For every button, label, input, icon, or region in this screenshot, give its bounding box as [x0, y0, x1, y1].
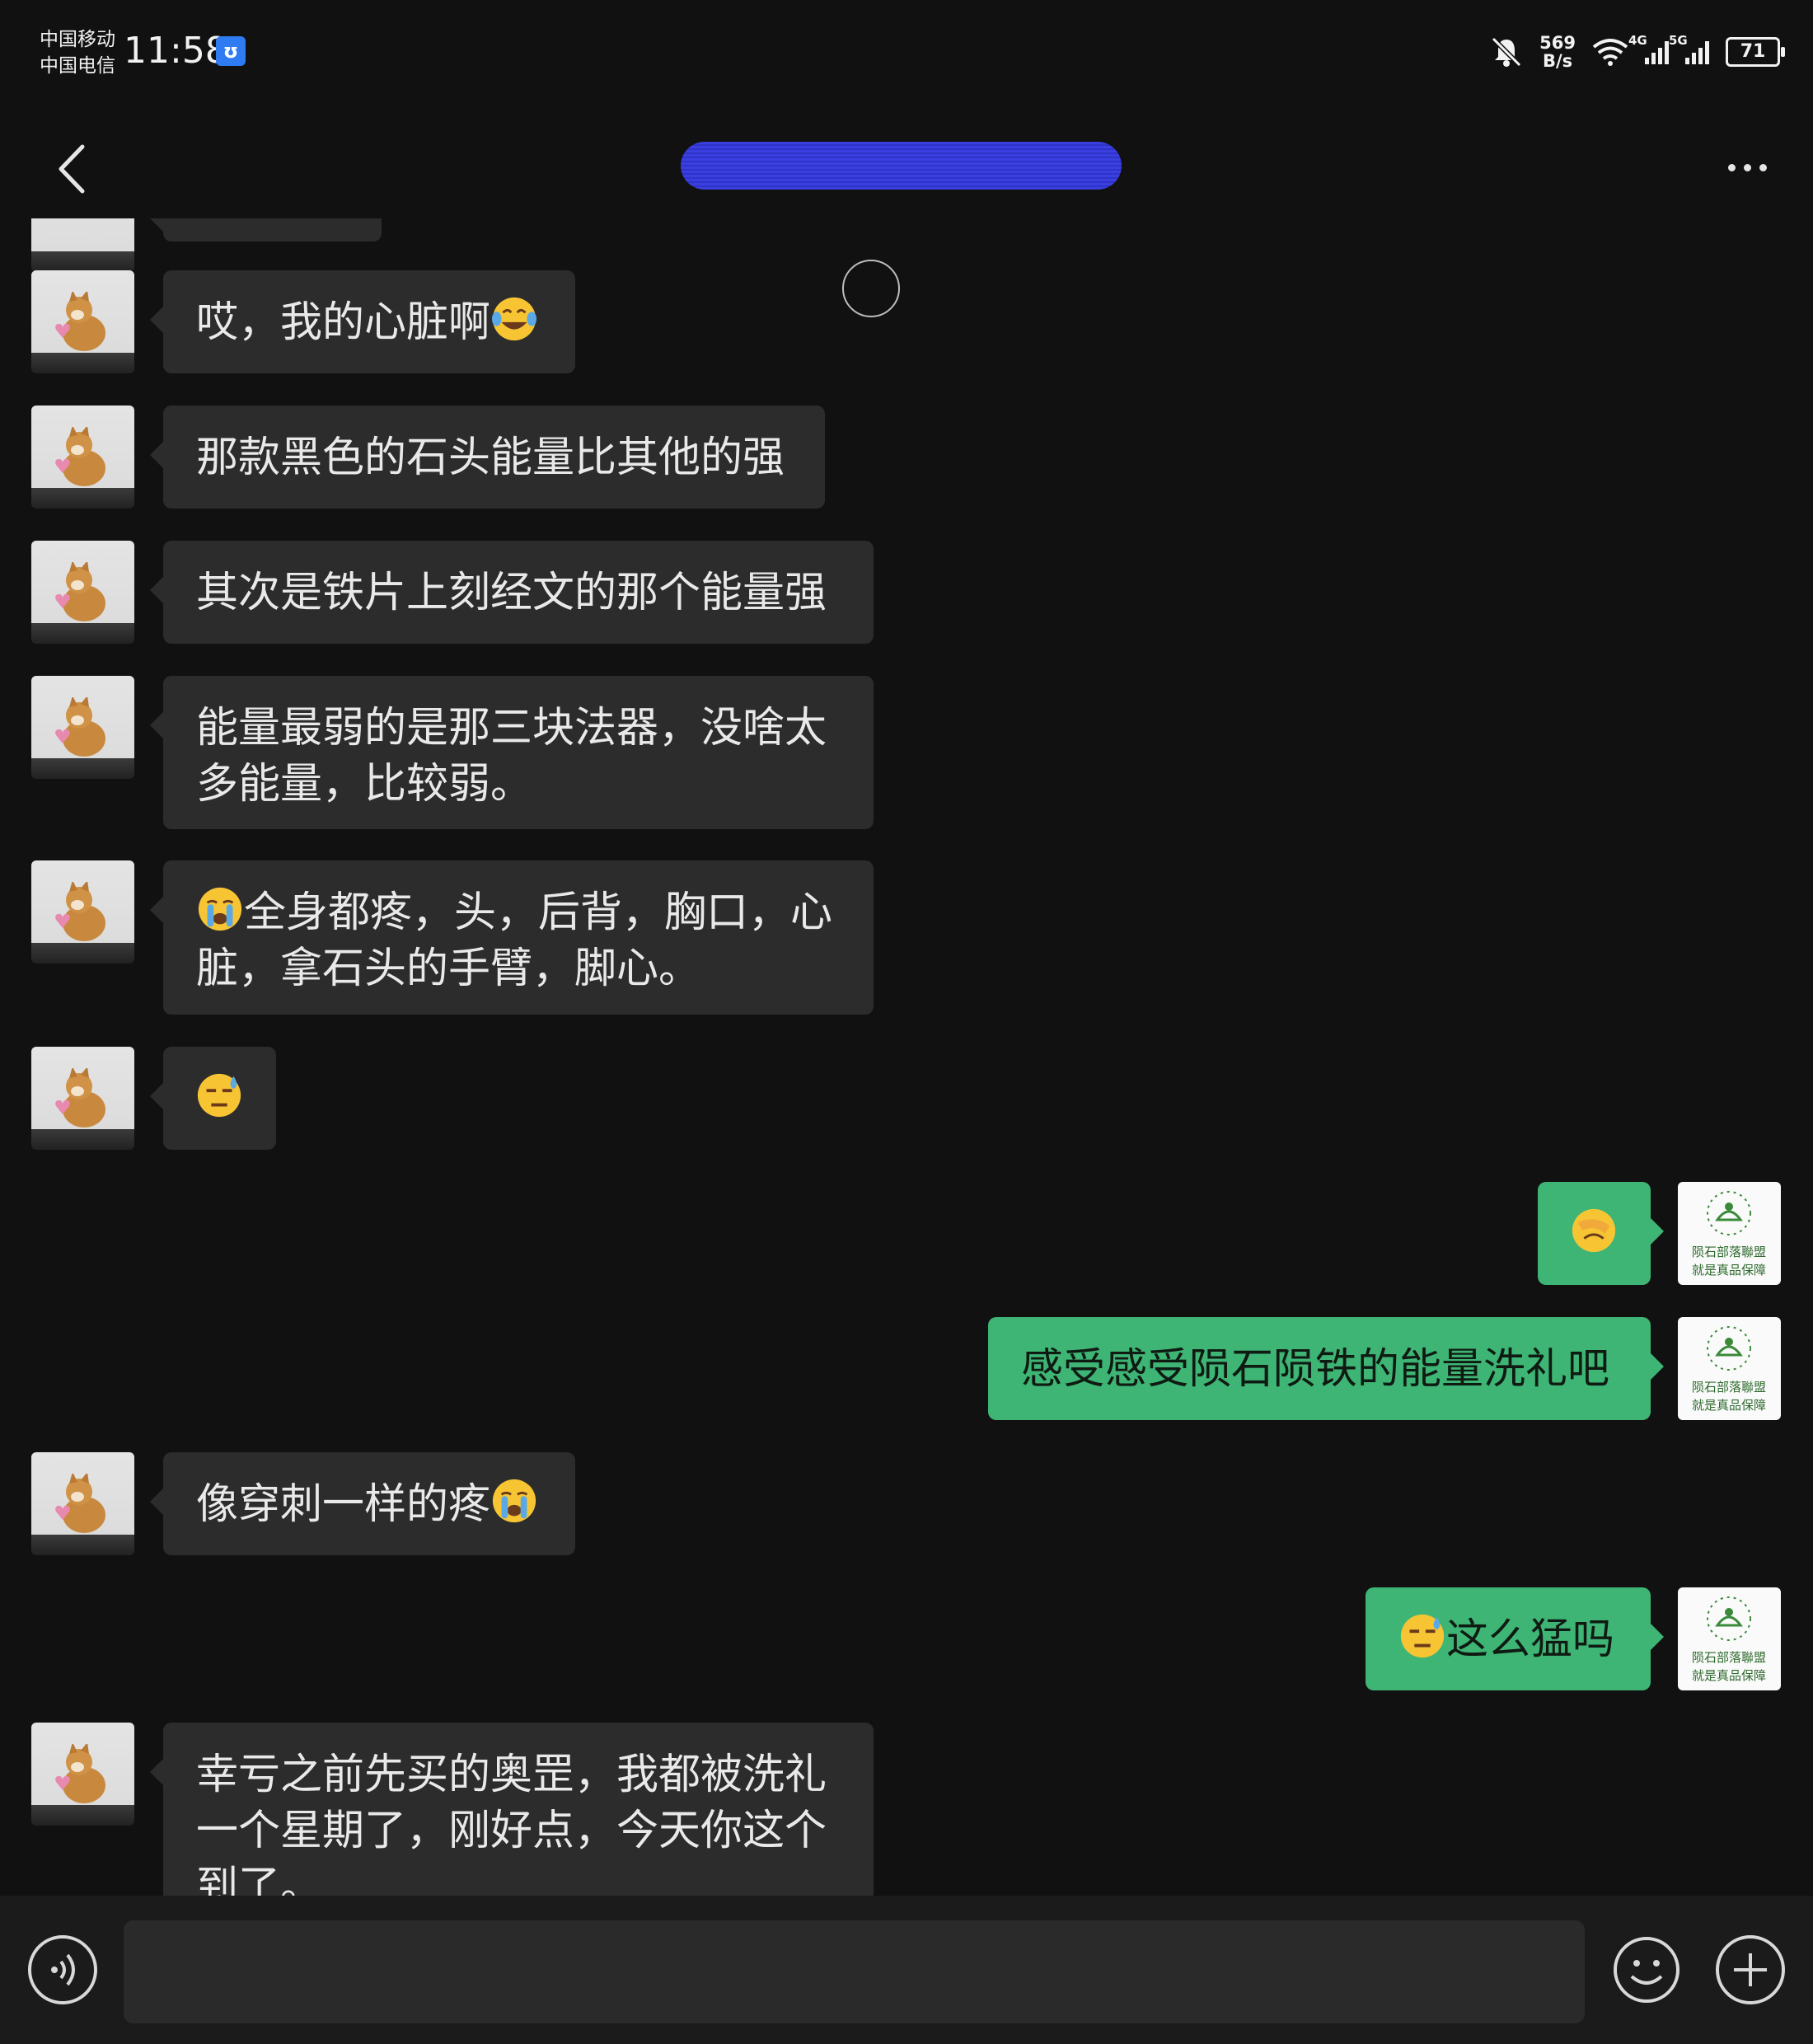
voice-button[interactable]	[28, 1935, 97, 2004]
emoji-icon	[1614, 1937, 1679, 2003]
contact-avatar[interactable]	[31, 860, 134, 963]
sweat-emoji-icon	[1400, 1614, 1445, 1658]
chat-header	[0, 124, 1813, 214]
laugh-cry-emoji-icon	[491, 297, 537, 341]
svg-text:就是真品保障: 就是真品保障	[1692, 1398, 1766, 1413]
message-text: 感受感受陨石陨铁的能量洗礼吧	[1021, 1345, 1610, 1394]
battery-icon: 71	[1726, 37, 1785, 67]
shiba-dog-image	[55, 1474, 105, 1533]
signal-icon: 5G	[1669, 33, 1709, 64]
my-avatar[interactable]: 陨石部落聯盟 就是真品保障	[1678, 1587, 1781, 1690]
status-bar: 中国移动 中国电信 11:58 ʊ 569 B/s 4G 5G 71	[0, 0, 1813, 99]
crying-emoji-icon	[492, 1479, 536, 1523]
message-bubble[interactable]: 能量最弱的是那三块法器，没啥太 多能量，比较弱。	[150, 676, 874, 829]
more-dots-icon	[1727, 163, 1736, 171]
message-text: 其次是铁片上刻经文的那个能量强	[196, 569, 827, 617]
my-avatar[interactable]: 陨石部落聯盟 就是真品保障	[1678, 1317, 1781, 1420]
net-speed-value: 569	[1539, 33, 1576, 53]
svg-text:陨石部落聯盟: 陨石部落聯盟	[1692, 1245, 1766, 1259]
contact-avatar[interactable]	[31, 676, 134, 779]
message-text: 那款黑色的石头能量比其他的强	[196, 434, 785, 482]
message-bubble[interactable]: 这么猛吗	[1366, 1587, 1664, 1690]
facepalm-emoji-icon	[1572, 1208, 1616, 1253]
svg-text:就是真品保障: 就是真品保障	[1692, 1263, 1766, 1278]
shiba-dog-image	[55, 427, 105, 486]
emoji-button[interactable]	[1612, 1935, 1681, 2004]
carrier-2: 中国电信	[40, 55, 115, 77]
stone-tribe-logo: 陨石部落聯盟就是真品保障	[1692, 1596, 1766, 1683]
contact-avatar[interactable]	[31, 1452, 134, 1555]
message-bubble[interactable]: 全身都疼，头，后背，胸口，心 脏，拿石头的手臂，脚心。	[150, 860, 874, 1015]
contact-avatar[interactable]	[31, 541, 134, 644]
clock: 11:58	[124, 30, 228, 72]
message-bubble[interactable]: 那款黑色的石头能量比其他的强	[150, 406, 825, 509]
message-bubble[interactable]	[150, 1047, 276, 1150]
message-input[interactable]	[124, 1920, 1585, 2023]
message-bubble[interactable]: 哎，我的心脏啊	[150, 270, 575, 373]
shiba-dog-image	[55, 1744, 105, 1803]
message-bubble[interactable]: 其次是铁片上刻经文的那个能量强	[150, 541, 874, 644]
svg-text:陨石部落聯盟: 陨石部落聯盟	[1692, 1650, 1766, 1665]
chat-title-redacted	[681, 142, 1122, 190]
shiba-dog-image	[55, 1068, 105, 1127]
message-text: 能量最弱的是那三块法器，没啥太 多能量，比较弱。	[196, 704, 827, 809]
message-bubble[interactable]: 幸亏之前先买的奥罡，我都被洗礼 一个星期了，刚好点，今天你这个 到了。	[150, 1723, 874, 1896]
message-text: 这么猛吗	[1446, 1615, 1615, 1664]
message-bubble[interactable]: 像穿刺一样的疼	[150, 1452, 575, 1555]
voice-icon	[51, 1953, 75, 1986]
back-arrow-icon	[59, 144, 85, 194]
plus-button[interactable]	[1716, 1935, 1785, 2004]
contact-avatar[interactable]	[31, 406, 134, 509]
signal-icon: 4G	[1628, 33, 1669, 64]
sweat-emoji-icon	[197, 1073, 241, 1118]
net-tag-1: 4G	[1628, 33, 1647, 48]
contact-avatar[interactable]	[31, 218, 134, 272]
contact-avatar[interactable]	[31, 270, 134, 373]
app-notification-icon: ʊ	[216, 36, 246, 66]
message-text: 幸亏之前先买的奥罡，我都被洗礼 一个星期了，刚好点，今天你这个 到了。	[196, 1751, 827, 1896]
svg-text:陨石部落聯盟: 陨石部落聯盟	[1692, 1380, 1766, 1395]
message-text: 全身都疼，头，后背，胸口，心 脏，拿石头的手臂，脚心。	[196, 888, 833, 993]
contact-avatar[interactable]	[31, 1047, 134, 1150]
shiba-dog-image	[55, 882, 105, 941]
message-bubble[interactable]: 感受感受陨石陨铁的能量洗礼吧	[988, 1317, 1664, 1420]
carrier-labels: 中国移动 中国电信	[40, 26, 115, 79]
shiba-dog-image	[55, 697, 105, 757]
stone-tribe-logo: 陨石部落聯盟就是真品保障	[1692, 1191, 1766, 1278]
net-speed: 569 B/s	[1539, 34, 1576, 70]
status-icons: 569 B/s 4G 5G 71	[1490, 31, 1785, 73]
net-tag-2: 5G	[1669, 33, 1688, 48]
svg-text:就是真品保障: 就是真品保障	[1692, 1668, 1766, 1683]
message-list[interactable]: 哎，我的心脏啊 那款黑色的石头能量比其他的强 其次是铁片上刻经文的那个能量强 能…	[0, 218, 1813, 1896]
crying-emoji-icon	[198, 887, 242, 931]
floating-circle	[842, 260, 900, 317]
message-bubble[interactable]	[1538, 1182, 1664, 1285]
carrier-1: 中国移动	[40, 29, 115, 50]
net-speed-unit: B/s	[1542, 51, 1573, 71]
wifi-icon	[1592, 39, 1628, 66]
message-text: 像穿刺一样的疼	[196, 1480, 491, 1529]
back-button[interactable]	[49, 140, 99, 198]
input-bar	[0, 1896, 1813, 2044]
mute-bell-icon	[1492, 36, 1522, 68]
message-text: 哎，我的心脏啊	[196, 298, 491, 347]
my-avatar[interactable]: 陨石部落聯盟 就是真品保障	[1678, 1182, 1781, 1285]
stone-tribe-logo: 陨石部落聯盟就是真品保障	[1692, 1326, 1766, 1413]
contact-avatar[interactable]	[31, 1723, 134, 1826]
shiba-dog-image	[55, 562, 105, 621]
more-button[interactable]	[1714, 147, 1780, 188]
message-bubble[interactable]	[150, 218, 382, 241]
shiba-dog-image	[55, 292, 105, 351]
